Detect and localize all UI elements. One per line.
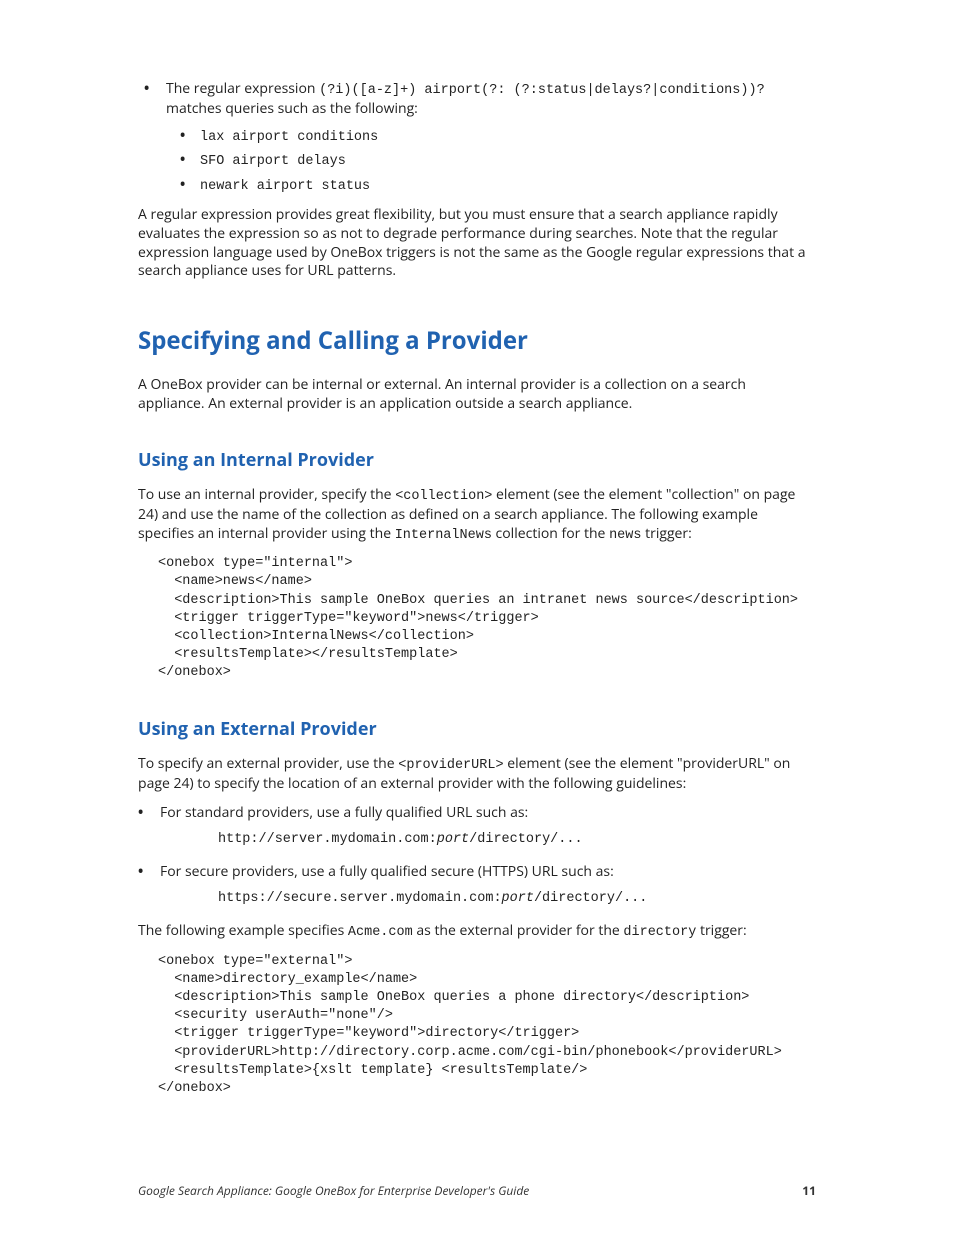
example-code: lax airport conditions (200, 130, 378, 145)
example-item: SFO airport delays (166, 151, 816, 171)
footer-doc-title: Google Search Appliance: Google OneBox f… (138, 1182, 529, 1199)
internal-provider-paragraph: To use an internal provider, specify the… (138, 486, 816, 545)
example-code: SFO airport delays (200, 154, 346, 169)
regex-code: (?i)([a-z]+) airport(?: (?:status|delays… (319, 83, 765, 98)
text-span: To specify an external provider, use the (138, 754, 398, 773)
text-span: trigger: (641, 524, 691, 543)
regex-bullet-item: The regular expression (?i)([a-z]+) airp… (138, 80, 816, 196)
code-providerurl-element: <providerURL> (398, 758, 503, 773)
code-acme: Acme.com (348, 925, 413, 940)
regex-paragraph: A regular expression provides great flex… (138, 206, 816, 282)
subheading-internal-provider: Using an Internal Provider (138, 448, 816, 472)
code-directory: directory (623, 925, 696, 940)
url-port-placeholder: port (437, 832, 469, 847)
bullet-lead-text: The regular expression (166, 79, 319, 98)
bullet-text: For standard providers, use a fully qual… (160, 803, 528, 822)
url-post: /directory/... (469, 832, 582, 847)
regex-bullet-list: The regular expression (?i)([a-z]+) airp… (138, 80, 816, 196)
text-span: collection for the (492, 524, 609, 543)
example-item: lax airport conditions (166, 127, 816, 147)
example-code: newark airport status (200, 179, 370, 194)
code-collection-element: <collection> (395, 489, 492, 504)
subheading-external-provider: Using an External Provider (138, 717, 816, 741)
external-bullet-item: For standard providers, use a fully qual… (132, 804, 816, 849)
internal-code-block: <onebox type="internal"> <name>news</nam… (158, 555, 816, 683)
section-heading-provider: Specifying and Calling a Provider (138, 325, 816, 357)
footer-page-number: 11 (802, 1182, 816, 1199)
external-bullet-item: For secure providers, use a fully qualif… (132, 863, 816, 908)
url-pre: http://server.mydomain.com: (218, 832, 437, 847)
bullet-text: For secure providers, use a fully qualif… (160, 862, 614, 881)
url-port-placeholder: port (502, 891, 534, 906)
text-span: as the external provider for the (413, 921, 624, 940)
example-item: newark airport status (166, 176, 816, 196)
code-news: news (609, 528, 641, 543)
code-internalnews: InternalNews (395, 528, 492, 543)
external-code-block: <onebox type="external"> <name>directory… (158, 953, 816, 1099)
external-provider-paragraph: To specify an external provider, use the… (138, 755, 816, 794)
text-span: trigger: (696, 921, 746, 940)
url-post: /directory/... (534, 891, 647, 906)
regex-examples-list: lax airport conditions SFO airport delay… (166, 127, 816, 196)
url-example: http://server.mydomain.com:port/director… (218, 831, 816, 849)
text-span: The following example specifies (138, 921, 348, 940)
external-example-paragraph: The following example specifies Acme.com… (138, 922, 816, 942)
page-footer: Google Search Appliance: Google OneBox f… (138, 1182, 816, 1199)
external-bullet-list: For standard providers, use a fully qual… (132, 804, 816, 908)
url-example: https://secure.server.mydomain.com:port/… (218, 890, 816, 908)
bullet-tail-text: matches queries such as the following: (166, 99, 418, 118)
provider-intro-paragraph: A OneBox provider can be internal or ext… (138, 376, 816, 414)
text-span: To use an internal provider, specify the (138, 485, 395, 504)
url-pre: https://secure.server.mydomain.com: (218, 891, 502, 906)
